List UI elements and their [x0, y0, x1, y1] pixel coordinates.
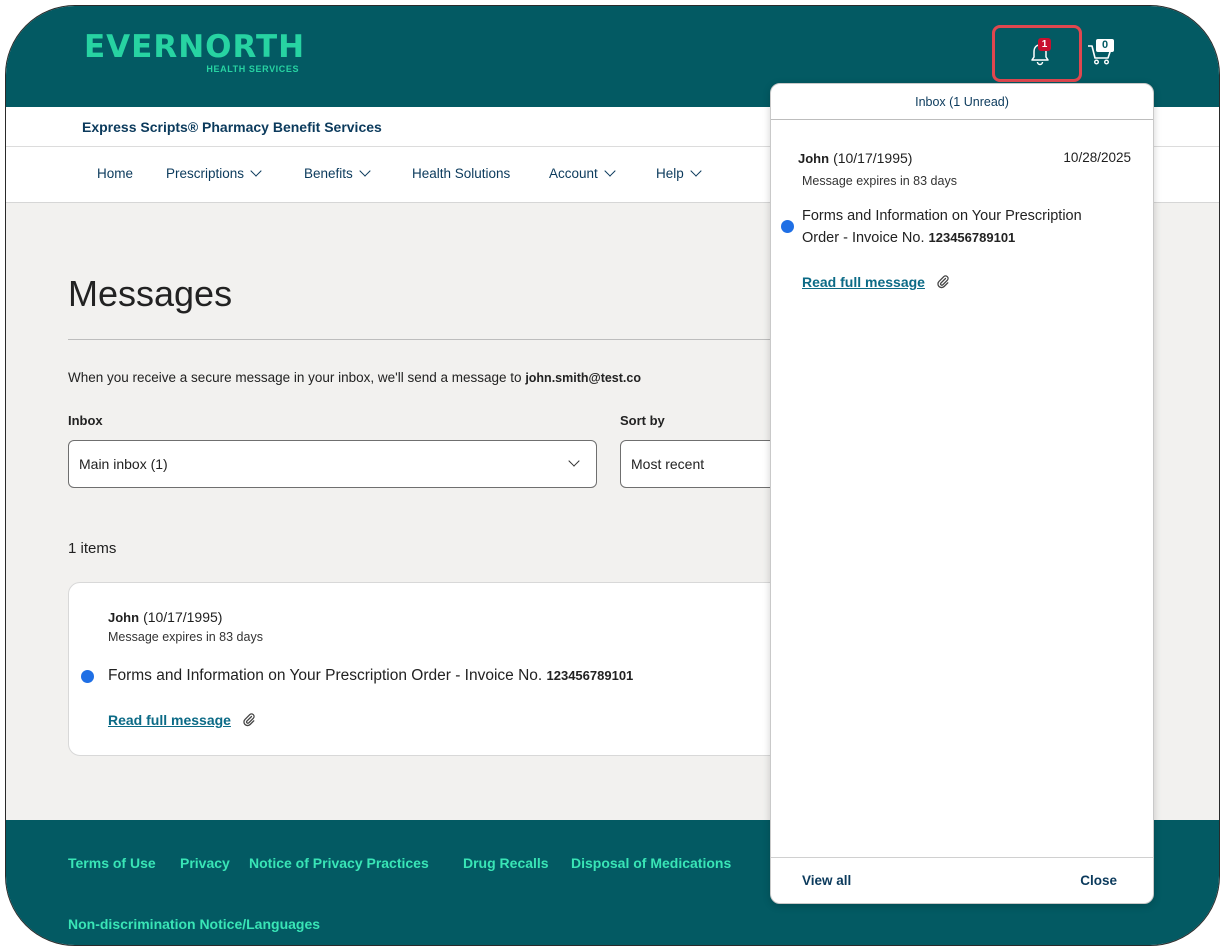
nav-home-label: Home [97, 166, 134, 181]
view-all-button[interactable]: View all [802, 873, 851, 888]
panel-message-expires: Message expires in 83 days [802, 174, 957, 188]
nav-home[interactable]: Home [97, 166, 133, 181]
panel-read-row: Read full message [802, 274, 950, 292]
message-subject[interactable]: Forms and Information on Your Prescripti… [108, 667, 633, 685]
notice-text: When you receive a secure message in you… [68, 370, 526, 385]
notification-panel: Inbox (1 Unread) John (10/17/1995) 10/28/… [770, 83, 1154, 904]
sender-name: John [108, 610, 140, 625]
invoice-number: 123456789101 [546, 668, 634, 683]
nav-help-label: Help [656, 166, 684, 181]
footer-link-privacy-practices[interactable]: Notice of Privacy Practices [249, 855, 429, 871]
nav-health-solutions[interactable]: Health Solutions [412, 166, 510, 181]
brand-subtitle: Express Scripts® Pharmacy Benefit Servic… [82, 119, 382, 135]
subject-text: Forms and Information on Your Prescripti… [108, 667, 547, 684]
panel-message-date: 10/28/2025 [1063, 150, 1131, 165]
panel-subject-text: Order - Invoice No. [802, 230, 929, 246]
message-card[interactable]: John (10/17/1995) Message expires in 83 d… [68, 582, 798, 756]
cart-badge: 0 [1096, 39, 1114, 52]
nav-benefits-label: Benefits [304, 166, 353, 181]
read-full-message-row: Read full message [108, 712, 256, 730]
items-count: 1 items [68, 540, 117, 557]
nav-benefits[interactable]: Benefits [304, 165, 371, 181]
nav-account[interactable]: Account [549, 165, 616, 181]
inbox-select-value: Main inbox (1) [79, 456, 168, 472]
panel-read-full-message-link[interactable]: Read full message [802, 274, 925, 290]
email-notice: When you receive a secure message in you… [68, 370, 641, 385]
footer-link-drug-recalls[interactable]: Drug Recalls [463, 855, 549, 871]
logo-main-text: EVERNORTH [84, 29, 306, 65]
page-title: Messages [68, 273, 233, 314]
unread-dot-icon [81, 670, 94, 683]
panel-message-subject[interactable]: Forms and Information on Your Prescripti… [802, 205, 1142, 249]
paperclip-icon [243, 713, 256, 727]
notice-email: john.smith@test.co [525, 371, 641, 385]
panel-footer: View all Close [771, 857, 1153, 903]
footer-link-nondiscrimination[interactable]: Non-discrimination Notice/Languages [68, 916, 320, 932]
inbox-label: Inbox [68, 413, 103, 428]
read-full-message-link[interactable]: Read full message [108, 712, 231, 728]
chevron-down-icon [690, 165, 702, 177]
panel-sender-dob: (10/17/1995) [833, 150, 913, 166]
sort-label: Sort by [620, 413, 665, 428]
message-sender: John (10/17/1995) [108, 609, 222, 625]
footer-link-terms[interactable]: Terms of Use [68, 855, 156, 871]
panel-subject-line1: Forms and Information on Your Prescripti… [802, 208, 1082, 224]
nav-prescriptions-label: Prescriptions [166, 166, 245, 181]
panel-message-sender: John (10/17/1995) [798, 150, 912, 166]
nav-help[interactable]: Help [656, 165, 702, 181]
logo-sub-text: HEALTH SERVICES [206, 64, 300, 74]
close-button[interactable]: Close [1080, 873, 1117, 888]
nav-health-solutions-label: Health Solutions [412, 166, 511, 181]
footer-link-privacy[interactable]: Privacy [180, 855, 230, 871]
sender-dob: (10/17/1995) [143, 609, 223, 625]
notification-badge: 1 [1038, 38, 1051, 51]
nav-prescriptions[interactable]: Prescriptions [166, 165, 262, 181]
footer-link-disposal[interactable]: Disposal of Medications [571, 855, 731, 871]
panel-sender-name: John [798, 151, 830, 166]
panel-subject-line2: Order - Invoice No. 123456789101 [802, 227, 1142, 249]
paperclip-icon [937, 275, 950, 289]
nav-account-label: Account [549, 166, 598, 181]
inbox-select[interactable]: Main inbox (1) [68, 440, 597, 488]
unread-dot-icon [781, 220, 794, 233]
evernorth-logo[interactable]: EVERNORTH HEALTH SERVICES [84, 29, 306, 75]
chevron-down-icon [604, 165, 616, 177]
chevron-down-icon [568, 455, 580, 467]
chevron-down-icon [359, 165, 371, 177]
message-expires: Message expires in 83 days [108, 630, 263, 644]
chevron-down-icon [250, 165, 262, 177]
panel-invoice-number: 123456789101 [928, 230, 1016, 245]
title-divider [68, 339, 788, 340]
app-frame: EVERNORTH HEALTH SERVICES Express Script… [5, 5, 1220, 946]
panel-header: Inbox (1 Unread) [771, 84, 1153, 120]
sort-select-value: Most recent [631, 456, 705, 472]
